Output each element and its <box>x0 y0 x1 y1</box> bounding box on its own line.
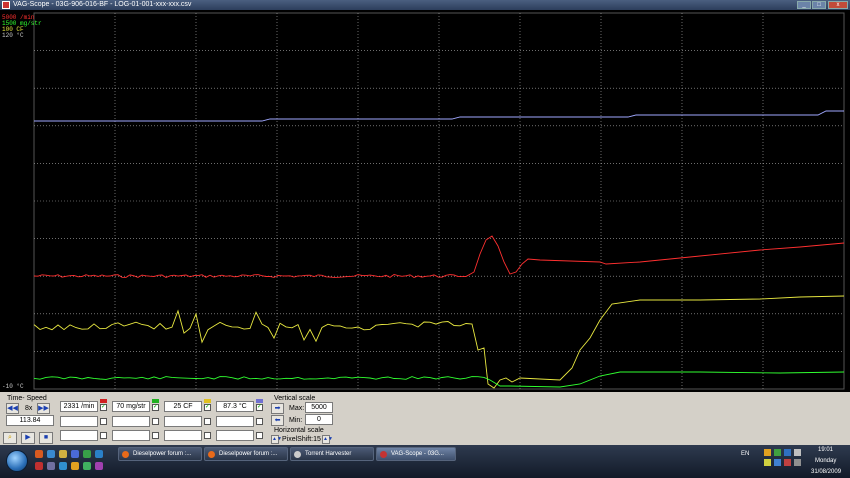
tray-icon-3[interactable] <box>784 449 791 456</box>
network-icon[interactable] <box>774 459 781 466</box>
mgstr-extra-field-2[interactable] <box>112 430 150 441</box>
firefox-task-icon <box>208 451 215 458</box>
temp-extra-field-2[interactable] <box>216 430 254 441</box>
cf-extra-checkbox[interactable] <box>204 418 211 425</box>
max-input[interactable]: 5000 <box>305 402 333 413</box>
cf-trace <box>33 295 845 389</box>
mgstr-extra-checkbox[interactable] <box>152 418 159 425</box>
folder-icon[interactable] <box>59 450 67 458</box>
cf-extra-checkbox-2[interactable] <box>204 432 211 439</box>
task-label: VAG-Scope - 03G... <box>391 451 444 457</box>
rpm-value-field[interactable]: 2331 /min <box>60 401 98 412</box>
temp-value-field[interactable]: 87.3 °C <box>216 401 254 412</box>
cf-extra-field[interactable] <box>164 416 202 427</box>
start-button[interactable] <box>6 450 28 472</box>
cf-value-field[interactable]: 25 CF <box>164 401 202 412</box>
scope-plot <box>33 12 845 390</box>
tray-icon-5[interactable] <box>764 459 771 466</box>
cf-extra-field-2[interactable] <box>164 430 202 441</box>
rpm-color-swatch <box>100 399 107 403</box>
maximize-button[interactable]: □ <box>812 1 826 9</box>
task-dieselpower-1[interactable]: Dieselpower forum :... <box>118 447 202 461</box>
task-label: Torrent Harvester <box>305 451 352 457</box>
media-icon[interactable] <box>71 450 79 458</box>
mgstr-extra-checkbox-2[interactable] <box>152 432 159 439</box>
app-icon-blue[interactable] <box>59 462 67 470</box>
tray-icon-7[interactable] <box>784 459 791 466</box>
rpm-checkbox[interactable]: ✓ <box>100 404 107 411</box>
task-dieselpower-2[interactable]: Dieselpower forum :... <box>204 447 288 461</box>
tray-icon-4[interactable] <box>794 449 801 456</box>
time-speed-label: Time- Speed <box>7 395 47 402</box>
tray-icon-1[interactable] <box>764 449 771 456</box>
control-panel: Time- Speed ◀◀ 8x ▶▶ 113.84 2331 /min ✓ … <box>0 392 850 445</box>
max-label: Max: <box>289 405 305 412</box>
mgstr-checkbox[interactable]: ✓ <box>152 404 159 411</box>
task-label: Dieselpower forum :... <box>219 451 278 457</box>
scope-grid <box>34 13 844 389</box>
ie-icon[interactable] <box>47 450 55 458</box>
skype-icon[interactable] <box>95 450 103 458</box>
stop-button[interactable]: ■ <box>39 432 53 444</box>
taskbar: Dieselpower forum :... Dieselpower forum… <box>0 445 850 478</box>
play-button[interactable]: ▶ <box>21 432 35 444</box>
cf-color-swatch <box>204 399 211 403</box>
temp-bottom-scale-label: -10 °C <box>2 383 24 390</box>
vertical-scale-down-button[interactable]: ⬅ <box>271 415 284 426</box>
rpm-extra-field-2[interactable] <box>60 430 98 441</box>
temp-extra-checkbox-2[interactable] <box>256 432 263 439</box>
min-input[interactable]: 0 <box>305 414 333 425</box>
temp-extra-field[interactable] <box>216 416 254 427</box>
time-field[interactable]: 113.84 <box>6 415 54 426</box>
minimize-button[interactable]: _ <box>797 1 811 9</box>
temp-color-swatch <box>256 399 263 403</box>
app-icon <box>2 1 10 9</box>
app-icon-lime[interactable] <box>83 462 91 470</box>
horizontal-scale-label: Horizontal scale <box>274 427 324 434</box>
rpm-extra-field[interactable] <box>60 416 98 427</box>
app-icon-gray[interactable] <box>47 462 55 470</box>
rewind-button[interactable]: ◀◀ <box>6 403 19 414</box>
scope-display[interactable]: 5000 /min 1500 mg/str 100 CF 120 °C -10 … <box>0 10 850 392</box>
vagscope-task-icon <box>380 451 387 458</box>
task-vag-scope[interactable]: VAG-Scope - 03G... <box>376 447 456 461</box>
fast-forward-button[interactable]: ▶▶ <box>37 403 50 414</box>
torrent-task-icon <box>294 451 301 458</box>
pixelshift-up-button[interactable]: ▲▼ <box>322 435 333 444</box>
firefox-task-icon <box>122 451 129 458</box>
rpm-extra-checkbox-2[interactable] <box>100 432 107 439</box>
close-button[interactable]: x <box>828 1 848 9</box>
task-label: Dieselpower forum :... <box>133 451 192 457</box>
vertical-scale-up-button[interactable]: ➡ <box>271 403 284 414</box>
app-icon-orange[interactable] <box>71 462 79 470</box>
clock-date[interactable]: 31/08/2009 <box>811 469 841 475</box>
temp-top-scale-label: 120 °C <box>2 32 24 39</box>
vertical-scale-label: Vertical scale <box>274 395 316 402</box>
title-bar[interactable]: VAG-Scope - 03G-906-016-BF - LOG-01-001-… <box>0 0 850 10</box>
app-icon-purple[interactable] <box>95 462 103 470</box>
mgstr-color-swatch <box>152 399 159 403</box>
volume-icon[interactable] <box>794 459 801 466</box>
clock-day[interactable]: Monday <box>815 458 836 464</box>
temp-extra-checkbox[interactable] <box>256 418 263 425</box>
pixelshift-down-button[interactable]: ▲▼ <box>271 435 282 444</box>
task-torrent-harvester[interactable]: Torrent Harvester <box>290 447 374 461</box>
zoom-button[interactable]: ⌕ <box>3 432 17 444</box>
pixelshift-value: PixelShift:15 <box>282 436 321 443</box>
mgstr-extra-field[interactable] <box>112 416 150 427</box>
speed-value: 8x <box>25 405 33 412</box>
temp-checkbox[interactable]: ✓ <box>256 404 263 411</box>
app-icon-red[interactable] <box>35 462 43 470</box>
cf-checkbox[interactable]: ✓ <box>204 404 211 411</box>
clock-time[interactable]: 19:01 <box>818 447 833 453</box>
firefox-icon[interactable] <box>35 450 43 458</box>
language-indicator[interactable]: EN <box>741 451 749 457</box>
rpm-extra-checkbox[interactable] <box>100 418 107 425</box>
vag-scope-window: VAG-Scope - 03G-906-016-BF - LOG-01-001-… <box>0 0 850 478</box>
window-title: VAG-Scope - 03G-906-016-BF - LOG-01-001-… <box>13 1 192 8</box>
app-icon-green[interactable] <box>83 450 91 458</box>
tray-icon-2[interactable] <box>774 449 781 456</box>
mgstr-value-field[interactable]: 70 mg/str <box>112 401 150 412</box>
min-label: Min: <box>289 417 303 424</box>
